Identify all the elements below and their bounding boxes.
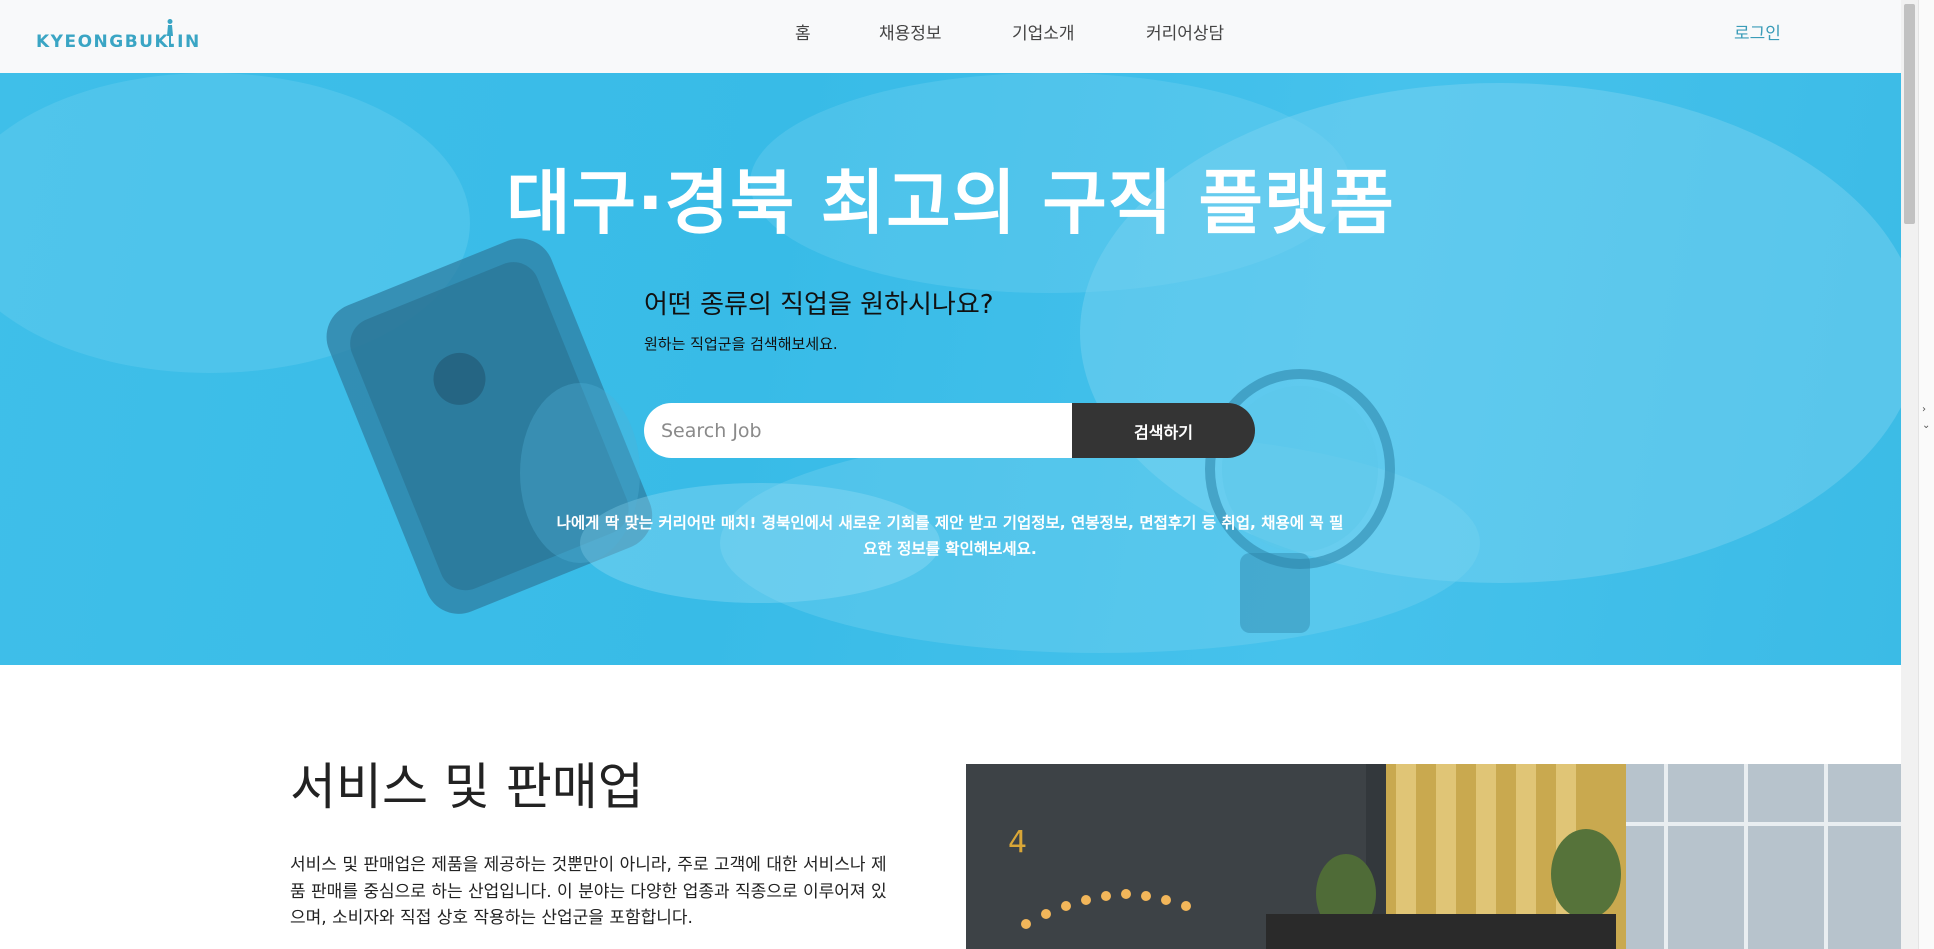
hero-description-line: 요한 정보를 확인해보세요. <box>863 540 1037 558</box>
chevron-right-icon[interactable]: › <box>1922 404 1926 415</box>
cafe-interior-photo: 4 <box>966 764 1901 949</box>
hero-banner: 대구·경북 최고의 구직 플랫폼 어떤 종류의 직업을 원하시나요? 원하는 직… <box>0 73 1901 665</box>
section-image: 4 <box>966 764 1901 949</box>
cafe-sign-number: 4 <box>1008 825 1027 860</box>
job-search-input[interactable] <box>644 403 1072 458</box>
section-body-line: 품 판매를 중심으로 하는 산업입니다. 이 분야는 다양한 업종과 직종으로 … <box>290 881 887 902</box>
nav-item-jobs[interactable]: 채용정보 <box>879 22 942 46</box>
page-scrollbar[interactable] <box>1901 0 1918 949</box>
side-panel-strip: › ⌄ <box>1918 0 1934 949</box>
section-body-line: 으며, 소비자와 직접 상호 작용하는 산업군을 포함합니다. <box>290 908 693 928</box>
site-header: KYEONGBUK.IN 홈 채용정보 기업소개 커리어상담 로그인 <box>0 0 1901 73</box>
chevron-down-icon[interactable]: ⌄ <box>1922 420 1930 431</box>
hero-description: 나에게 딱 맞는 커리어만 매치! 경북인에서 새로운 기회를 제안 받고 기업… <box>520 510 1380 562</box>
scrollbar-thumb[interactable] <box>1904 4 1915 224</box>
hero-description-line: 나에게 딱 맞는 커리어만 매치! 경북인에서 새로운 기회를 제안 받고 기업… <box>556 514 1344 532</box>
hero-question: 어떤 종류의 직업을 원하시나요? <box>644 290 994 320</box>
section-body: 서비스 및 판매업은 제품을 제공하는 것뿐만이 아니라, 주로 고객에 대한 … <box>290 852 930 932</box>
hero-title: 대구·경북 최고의 구직 플랫폼 <box>506 162 1395 244</box>
login-link[interactable]: 로그인 <box>1734 22 1781 46</box>
nav-item-home[interactable]: 홈 <box>795 22 811 46</box>
nav-item-career-counsel[interactable]: 커리어상담 <box>1146 22 1224 46</box>
main-nav: 홈 채용정보 기업소개 커리어상담 <box>0 0 1901 73</box>
section-title: 서비스 및 판매업 <box>290 758 644 816</box>
job-search-button[interactable]: 검색하기 <box>1072 403 1255 458</box>
job-search-form: 검색하기 <box>644 403 1255 458</box>
hero-hint: 원하는 직업군을 검색해보세요. <box>644 335 838 353</box>
nav-item-companies[interactable]: 기업소개 <box>1012 22 1075 46</box>
section-body-line: 서비스 및 판매업은 제품을 제공하는 것뿐만이 아니라, 주로 고객에 대한 … <box>290 855 887 875</box>
